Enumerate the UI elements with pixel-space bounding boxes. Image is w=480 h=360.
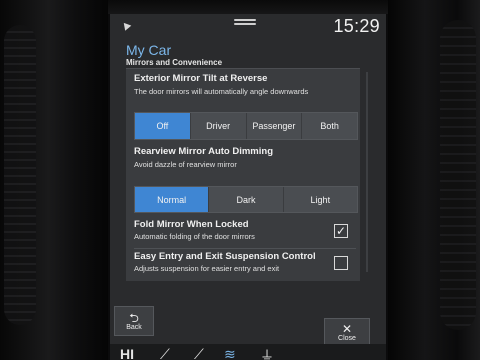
easy-entry-title: Easy Entry and Exit Suspension Control — [134, 251, 316, 262]
fold-mirror-title: Fold Mirror When Locked — [134, 219, 249, 230]
clock: 15:29 — [333, 16, 380, 36]
seat-heat-icon[interactable]: ⟋ — [160, 346, 170, 360]
mirror-option-passenger[interactable]: Passenger — [247, 113, 303, 139]
temperature-readout[interactable]: HI — [120, 346, 134, 360]
rearview-dimming-selector: Normal Dark Light — [134, 186, 358, 213]
fold-mirror-checkbox[interactable]: ✓ — [334, 224, 348, 238]
close-icon: ✕ — [341, 321, 353, 336]
close-button[interactable]: ✕ Close — [324, 318, 370, 346]
mirror-option-both[interactable]: Both — [302, 113, 357, 139]
row-divider — [134, 248, 356, 249]
rearview-dimming-title: Rearview Mirror Auto Dimming — [134, 146, 274, 157]
back-arrow-icon: ⮌ — [129, 310, 139, 325]
settings-panel: Exterior Mirror Tilt at Reverse The door… — [126, 68, 360, 281]
rear-defrost-icon[interactable]: ⏚ — [260, 346, 274, 360]
exterior-mirror-selector: Off Driver Passenger Both — [134, 112, 358, 140]
navigation-arrow-icon — [120, 20, 132, 31]
page-title: My Car — [126, 42, 172, 58]
seat-heat-icon-2[interactable]: ⟋ — [194, 346, 204, 360]
close-label: Close — [338, 334, 356, 342]
right-air-vent — [440, 20, 476, 330]
dimming-option-light[interactable]: Light — [284, 187, 357, 212]
fold-mirror-description: Automatic folding of the door mirrors — [134, 232, 255, 241]
exterior-mirror-title: Exterior Mirror Tilt at Reverse — [134, 73, 268, 84]
status-bar: 15:29 — [110, 14, 386, 40]
scrollbar[interactable] — [366, 72, 368, 272]
easy-entry-checkbox[interactable] — [334, 256, 348, 270]
exterior-mirror-description: The door mirrors will automatically angl… — [134, 87, 309, 96]
back-button[interactable]: ⮌ Back — [114, 306, 154, 336]
screen-top-trim — [108, 0, 388, 14]
mirror-option-driver[interactable]: Driver — [191, 113, 247, 139]
dimming-option-dark[interactable]: Dark — [209, 187, 284, 212]
checkmark-icon: ✓ — [335, 224, 347, 238]
rearview-dimming-description: Avoid dazzle of rearview mirror — [134, 160, 237, 169]
mirror-option-off[interactable]: Off — [135, 113, 191, 139]
defrost-icon[interactable]: ≋ — [224, 346, 236, 360]
left-air-vent — [4, 25, 36, 325]
page-subtitle: Mirrors and Convenience — [126, 58, 223, 67]
center-display: 15:29 My Car Mirrors and Convenience Ext… — [110, 14, 386, 360]
dimming-option-normal[interactable]: Normal — [135, 187, 210, 212]
drag-handle-icon[interactable] — [234, 19, 256, 26]
back-label: Back — [126, 323, 142, 331]
climate-bar — [110, 344, 386, 360]
easy-entry-description: Adjusts suspension for easier entry and … — [134, 264, 280, 273]
